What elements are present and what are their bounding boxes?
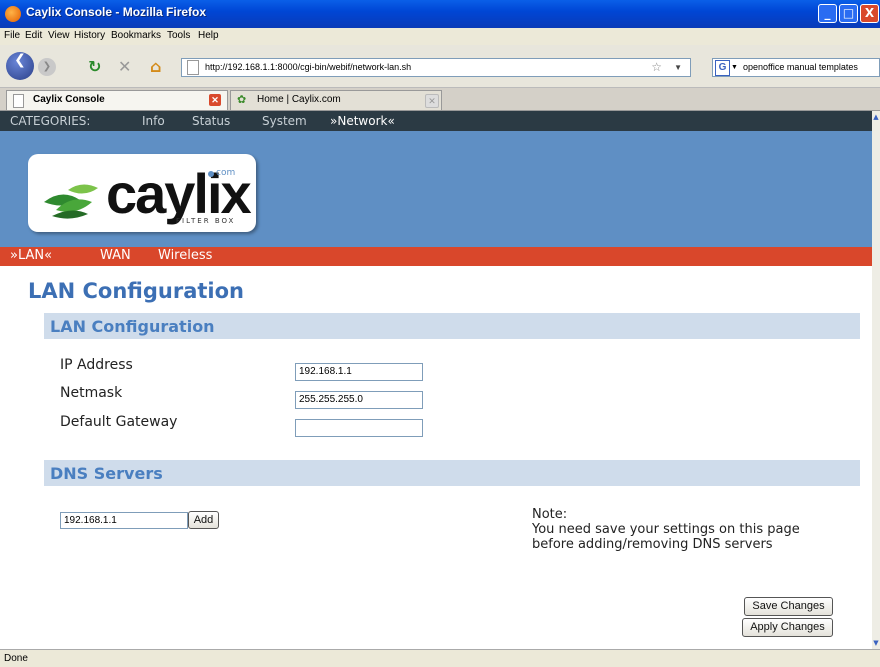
- tab-caylix-home[interactable]: ✿ Home | Caylix.com ✕: [230, 90, 442, 110]
- status-bar: Done: [0, 649, 880, 667]
- subnav-wan[interactable]: WAN: [100, 248, 131, 263]
- url-bar[interactable]: http://192.168.1.1:8000/cgi-bin/webif/ne…: [181, 58, 691, 77]
- dns-server-input[interactable]: 192.168.1.1: [60, 512, 188, 529]
- netmask-field[interactable]: 255.255.255.0: [295, 391, 423, 409]
- subnav-lan[interactable]: »LAN«: [10, 248, 52, 263]
- menu-help[interactable]: Help: [198, 30, 219, 41]
- tab-label: Home | Caylix.com: [257, 94, 341, 105]
- logo-dot: [208, 171, 214, 177]
- logo-tagline: FILTER BOX: [176, 217, 236, 225]
- lan-section-title: LAN Configuration: [50, 317, 215, 336]
- caylix-leaf-icon: ✿: [237, 94, 247, 106]
- dns-section-header: DNS Servers: [44, 460, 860, 486]
- menu-bar: File Edit View History Bookmarks Tools H…: [0, 28, 880, 45]
- default-gateway-label: Default Gateway: [60, 414, 178, 430]
- dns-section-title: DNS Servers: [50, 464, 163, 483]
- menu-file[interactable]: File: [4, 30, 20, 41]
- category-info[interactable]: Info: [142, 114, 165, 128]
- tab-label: Caylix Console: [33, 94, 105, 105]
- search-input[interactable]: openoffice manual templates: [743, 59, 858, 76]
- url-text[interactable]: http://192.168.1.1:8000/cgi-bin/webif/ne…: [205, 59, 411, 76]
- category-bar: CATEGORIES: Info Status System »Network«: [0, 111, 872, 131]
- apply-changes-button[interactable]: Apply Changes: [742, 618, 833, 637]
- window-title: Caylix Console - Mozilla Firefox: [26, 5, 207, 19]
- vertical-scrollbar[interactable]: ▲ ▼: [872, 111, 880, 649]
- firefox-icon: [5, 6, 21, 22]
- header-banner: caylix com FILTER BOX: [0, 131, 872, 247]
- category-network[interactable]: »Network«: [330, 114, 395, 128]
- menu-bookmarks[interactable]: Bookmarks: [111, 30, 161, 41]
- page-icon: [13, 94, 24, 108]
- status-text: Done: [4, 653, 28, 664]
- star-icon[interactable]: ☆: [651, 59, 662, 76]
- note-title: Note:: [532, 507, 568, 522]
- menu-edit[interactable]: Edit: [25, 30, 42, 41]
- sub-navigation: »LAN« WAN Wireless: [0, 247, 872, 266]
- dns-note: Note: You need save your settings on thi…: [532, 507, 800, 552]
- caylix-logo: caylix com FILTER BOX: [28, 154, 256, 232]
- note-line-1: You need save your settings on this page: [532, 522, 800, 537]
- categories-label: CATEGORIES:: [10, 114, 91, 128]
- menu-tools[interactable]: Tools: [167, 30, 190, 41]
- search-box[interactable]: G ▼ openoffice manual templates: [712, 58, 880, 77]
- logo-dotcom: com: [216, 168, 236, 178]
- tab-caylix-console[interactable]: Caylix Console ✕: [6, 90, 228, 110]
- category-system[interactable]: System: [262, 114, 307, 128]
- tab-close-icon[interactable]: ✕: [425, 94, 439, 108]
- chevron-down-icon[interactable]: ▼: [674, 59, 682, 76]
- search-engine-dropdown-icon[interactable]: ▼: [731, 59, 738, 76]
- netmask-label: Netmask: [60, 385, 123, 401]
- add-dns-button[interactable]: Add: [188, 511, 219, 529]
- page-title: LAN Configuration: [28, 279, 244, 303]
- reload-icon[interactable]: ↻: [88, 57, 101, 76]
- home-icon[interactable]: ⌂: [150, 57, 161, 76]
- tab-bar: Caylix Console ✕ ✿ Home | Caylix.com ✕: [0, 88, 880, 111]
- ip-address-field[interactable]: 192.168.1.1: [295, 363, 423, 381]
- save-changes-button[interactable]: Save Changes: [744, 597, 833, 616]
- menu-view[interactable]: View: [48, 30, 70, 41]
- minimize-button[interactable]: _: [818, 4, 837, 23]
- page-content: CATEGORIES: Info Status System »Network«…: [0, 111, 872, 649]
- close-button[interactable]: X: [860, 4, 879, 23]
- leaf-logo-icon: [44, 184, 98, 219]
- forward-icon[interactable]: ❯: [38, 58, 56, 76]
- title-bar: Caylix Console - Mozilla Firefox _ □ X: [0, 0, 880, 28]
- ip-address-label: IP Address: [60, 357, 133, 373]
- tab-close-icon[interactable]: ✕: [209, 94, 221, 106]
- scroll-down-icon[interactable]: ▼: [872, 639, 880, 647]
- note-line-2: before adding/removing DNS servers: [532, 537, 773, 552]
- scroll-up-icon[interactable]: ▲: [872, 113, 880, 121]
- google-icon[interactable]: G: [715, 60, 730, 76]
- menu-history[interactable]: History: [74, 30, 105, 41]
- default-gateway-field[interactable]: [295, 419, 423, 437]
- subnav-wireless[interactable]: Wireless: [158, 248, 212, 263]
- maximize-button[interactable]: □: [839, 4, 858, 23]
- navigation-toolbar: ❮ ❯ ↻ ✕ ⌂ http://192.168.1.1:8000/cgi-bi…: [0, 45, 880, 88]
- stop-icon[interactable]: ✕: [118, 57, 131, 76]
- page-icon: [187, 60, 199, 75]
- lan-section-header: LAN Configuration: [44, 313, 860, 339]
- category-status[interactable]: Status: [192, 114, 230, 128]
- back-icon[interactable]: ❮: [6, 52, 34, 80]
